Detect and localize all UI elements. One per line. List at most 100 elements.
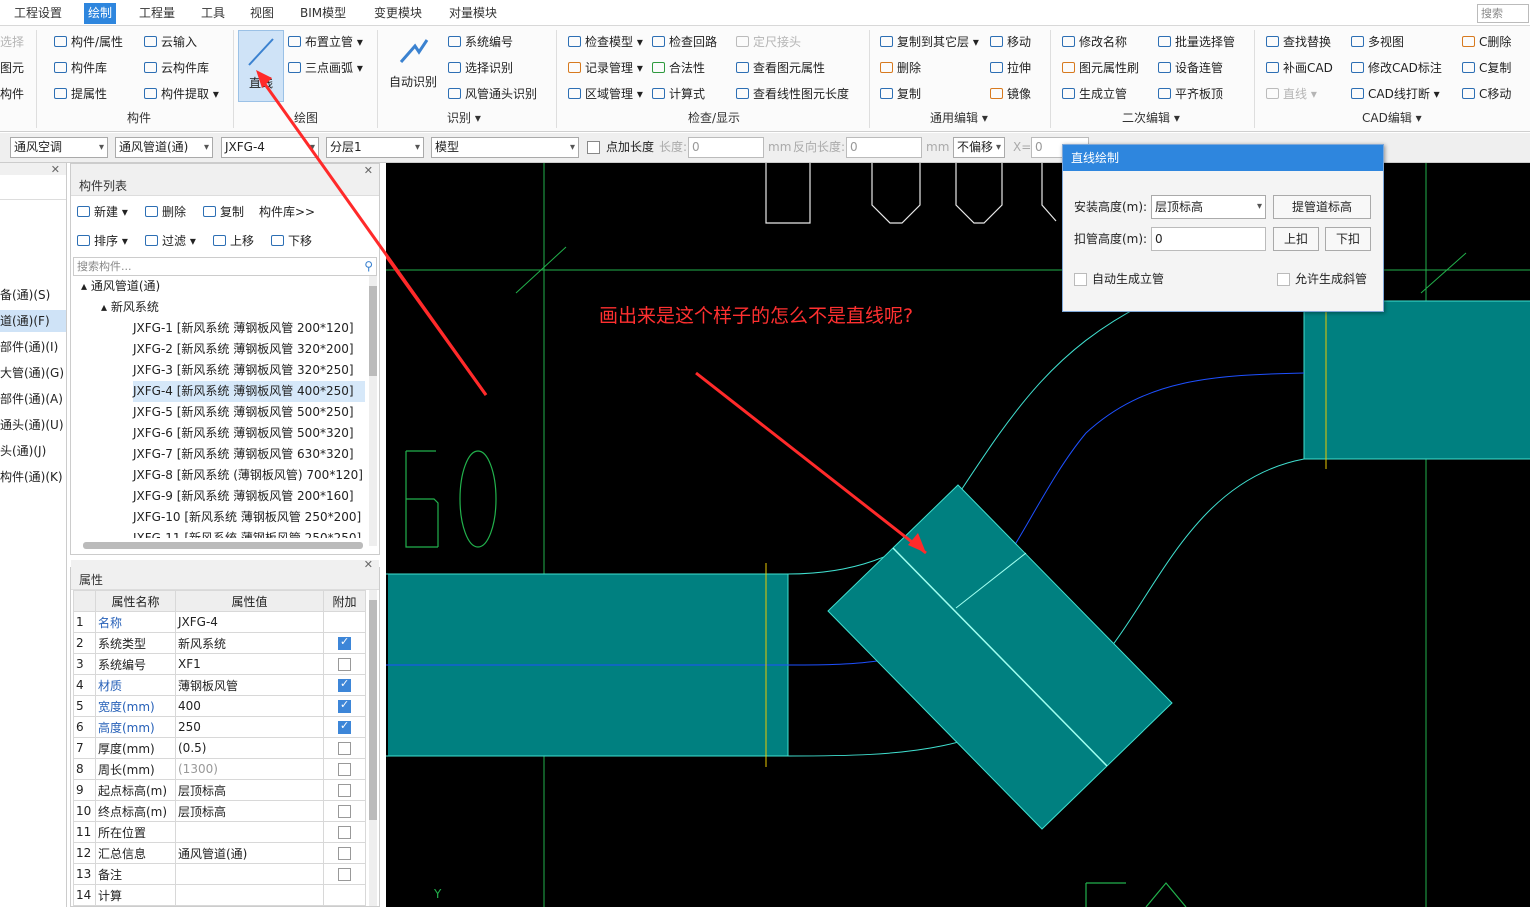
extra-checkbox[interactable]	[338, 677, 351, 692]
extra-checkbox[interactable]	[338, 763, 351, 776]
property-row[interactable]: 14 计算	[73, 884, 366, 906]
property-value[interactable]: 新风系统	[175, 632, 324, 654]
system-number-button[interactable]: 系统编号	[448, 32, 513, 52]
delete-button[interactable]: 删除	[880, 58, 921, 78]
extra-checkbox[interactable]	[338, 658, 351, 671]
library-link[interactable]: 构件库>>	[259, 201, 315, 223]
menu-compare[interactable]: 对量模块	[445, 3, 501, 24]
reverse-input[interactable]: 0	[846, 137, 922, 158]
auto-riser-checkbox[interactable]	[1074, 273, 1087, 286]
tree-item[interactable]: JXFG-7 [新风系统 薄钢板风管 630*320]	[133, 444, 354, 465]
cad-break-button[interactable]: CAD线打断 ▾	[1351, 84, 1440, 104]
validity-button[interactable]: 合法性	[652, 58, 705, 78]
tree-system[interactable]: ▴ 新风系统	[101, 297, 159, 318]
copy-button[interactable]: 复制	[203, 201, 244, 223]
property-row[interactable]: 10 终点标高(m) 层顶标高	[73, 800, 366, 822]
component-extract-button[interactable]: 构件提取 ▾	[144, 84, 219, 104]
menu-quantity[interactable]: 工程量	[135, 3, 179, 24]
dialog-title[interactable]: 直线绘制	[1063, 145, 1383, 171]
type-item[interactable]: 构件(通)(K)	[0, 466, 66, 488]
formula-button[interactable]: 计算式	[652, 84, 705, 104]
component-attr-button[interactable]: 构件/属性	[54, 32, 123, 52]
tree-item[interactable]: JXFG-2 [新风系统 薄钢板风管 320*200]	[133, 339, 354, 360]
deduct-up-button[interactable]: 上扣	[1273, 227, 1319, 251]
property-row[interactable]: 2 系统类型 新风系统	[73, 632, 366, 654]
extra-checkbox[interactable]	[338, 635, 351, 650]
property-value[interactable]: 通风管道(通)	[175, 842, 324, 864]
component-lib-button[interactable]: 构件库	[54, 58, 107, 78]
extra-checkbox[interactable]	[338, 826, 351, 839]
move-down-button[interactable]: 下移	[271, 230, 312, 252]
c-delete-button[interactable]: C删除	[1462, 32, 1511, 52]
close-icon[interactable]: ✕	[51, 163, 60, 176]
tree-item[interactable]: JXFG-11 [新风系统 薄钢板风管 250*250]	[133, 528, 361, 538]
property-row[interactable]: 11 所在位置	[73, 821, 366, 843]
multi-view-button[interactable]: 多视图	[1351, 32, 1404, 52]
c-move-button[interactable]: C移动	[1462, 84, 1511, 104]
extra-checkbox[interactable]	[338, 868, 351, 881]
system-select[interactable]: 通风空调	[10, 137, 108, 158]
record-mgmt-button[interactable]: 记录管理 ▾	[568, 58, 643, 78]
property-row[interactable]: 12 汇总信息 通风管道(通)	[73, 842, 366, 864]
extra-checkbox[interactable]	[338, 847, 351, 860]
type-select[interactable]: 通风管道(通)	[115, 137, 213, 158]
stretch-button[interactable]: 拉伸	[990, 58, 1031, 78]
extra-checkbox[interactable]	[338, 698, 351, 713]
select-tool[interactable]: 选择	[0, 32, 24, 52]
auto-identify-button[interactable]: 自动识别	[388, 30, 438, 102]
allow-slope-checkbox[interactable]	[1277, 273, 1290, 286]
copy-to-floor-button[interactable]: 复制到其它层 ▾	[880, 32, 979, 52]
rename-button[interactable]: 修改名称	[1062, 32, 1127, 52]
filter-button[interactable]: 过滤 ▾	[145, 230, 196, 252]
duct-straight-right[interactable]	[1304, 301, 1530, 459]
component-select[interactable]: JXFG-4	[221, 137, 319, 158]
horizontal-scrollbar[interactable]	[83, 542, 363, 549]
property-row[interactable]: 7 厚度(mm) (0.5)	[73, 737, 366, 759]
property-value[interactable]	[175, 821, 324, 843]
property-row[interactable]: 3 系统编号 XF1	[73, 653, 366, 675]
equip-connect-button[interactable]: 设备连管	[1158, 58, 1223, 78]
floor-select[interactable]: 分层1	[326, 137, 424, 158]
extra-checkbox[interactable]	[338, 742, 351, 755]
property-value[interactable]: 薄钢板风管	[175, 674, 324, 696]
extra-checkbox[interactable]	[338, 784, 351, 797]
property-value[interactable]: XF1	[175, 653, 324, 675]
menu-view[interactable]: 视图	[246, 3, 278, 24]
batch-select-button[interactable]: 批量选择管	[1158, 32, 1235, 52]
c-copy-button[interactable]: C复制	[1462, 58, 1511, 78]
type-item[interactable]: 部件(通)(A)	[0, 388, 66, 410]
select-identify-button[interactable]: 选择识别	[448, 58, 513, 78]
tree-item[interactable]: JXFG-6 [新风系统 薄钢板风管 500*320]	[133, 423, 354, 444]
deduct-down-button[interactable]: 下扣	[1325, 227, 1371, 251]
element-tool[interactable]: 图元	[0, 58, 24, 78]
tree-item[interactable]: JXFG-5 [新风系统 薄钢板风管 500*250]	[133, 402, 354, 423]
length-input[interactable]: 0	[688, 137, 764, 158]
check-model-button[interactable]: 检查模型 ▾	[568, 32, 643, 52]
component-tool[interactable]: 构件	[0, 84, 24, 104]
move-button[interactable]: 移动	[990, 32, 1031, 52]
copy-button[interactable]: 复制	[880, 84, 921, 104]
offset-select[interactable]: 不偏移	[953, 137, 1005, 158]
tree-item-selected[interactable]: JXFG-4 [新风系统 薄钢板风管 400*250]	[133, 381, 365, 402]
tree-item[interactable]: JXFG-3 [新风系统 薄钢板风管 320*250]	[133, 360, 354, 381]
property-value[interactable]	[175, 863, 324, 885]
riser-button[interactable]: 布置立管 ▾	[288, 32, 363, 52]
tree-item[interactable]: JXFG-10 [新风系统 薄钢板风管 250*200]	[133, 507, 361, 528]
draw-cad-button[interactable]: 补画CAD	[1266, 58, 1333, 78]
property-value[interactable]: 层顶标高	[175, 800, 324, 822]
type-item[interactable]: 头(通)(J)	[0, 440, 66, 462]
view-attr-button[interactable]: 查看图元属性	[736, 58, 825, 78]
property-row[interactable]: 13 备注	[73, 863, 366, 885]
menu-bim[interactable]: BIM模型	[296, 3, 350, 24]
duct-fitting-identify-button[interactable]: 风管通头识别	[448, 84, 537, 104]
find-replace-button[interactable]: 查找替换	[1266, 32, 1331, 52]
tree-item[interactable]: JXFG-9 [新风系统 薄钢板风管 200*160]	[133, 486, 354, 507]
tree-root[interactable]: ▴ 通风管道(通)	[81, 276, 160, 297]
arc-button[interactable]: 三点画弧 ▾	[288, 58, 363, 78]
extra-checkbox[interactable]	[338, 805, 351, 818]
mirror-button[interactable]: 镜像	[990, 84, 1031, 104]
align-top-button[interactable]: 平齐板顶	[1158, 84, 1223, 104]
type-item-selected[interactable]: 道(通)(F)	[0, 310, 66, 332]
vertical-scrollbar[interactable]	[369, 276, 377, 546]
property-row[interactable]: 8 周长(mm) (1300)	[73, 758, 366, 780]
